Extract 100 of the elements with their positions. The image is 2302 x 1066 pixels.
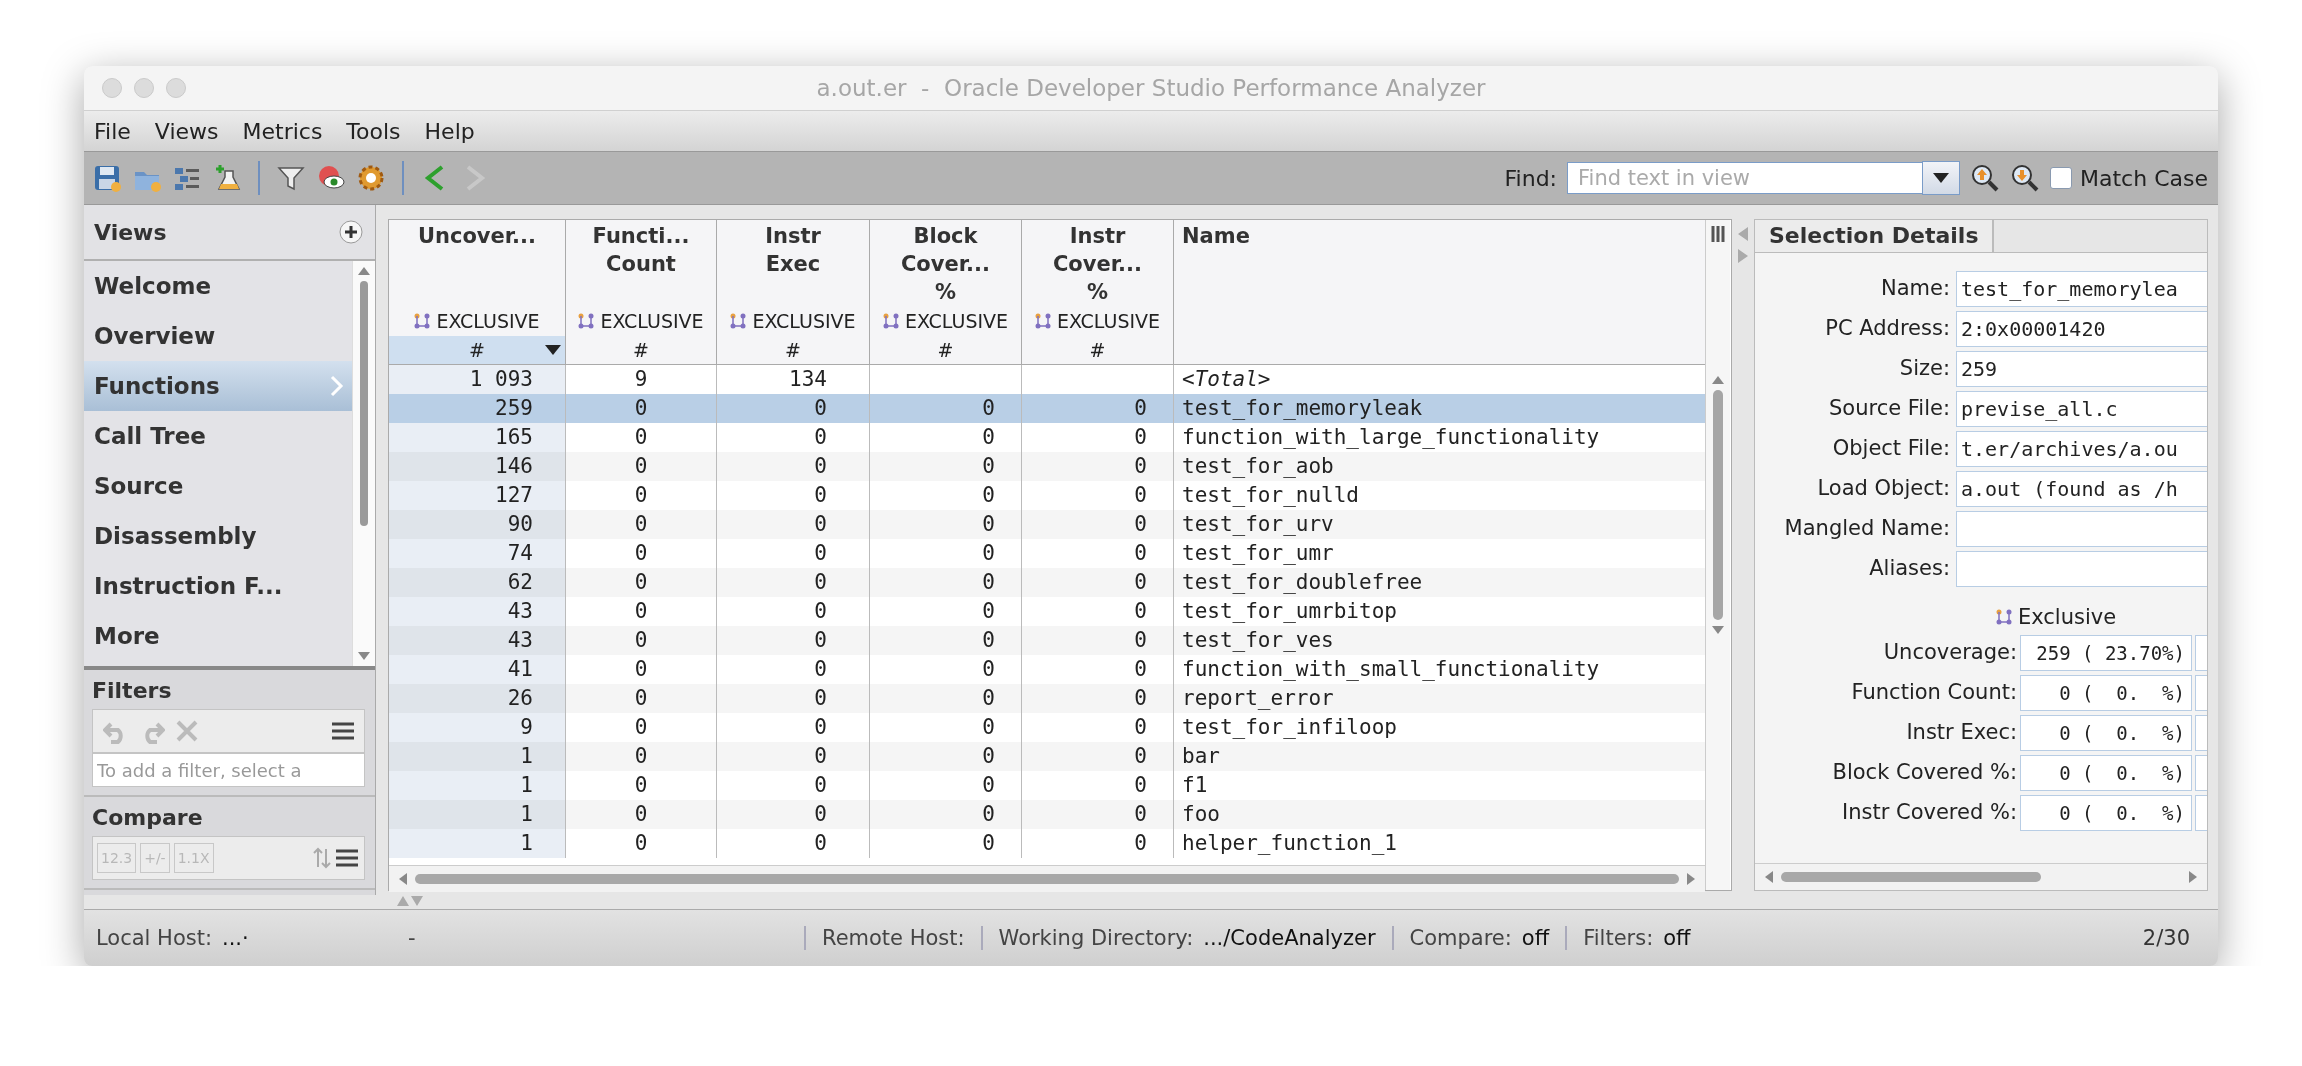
column-chooser-icon[interactable] bbox=[1711, 226, 1725, 242]
scroll-down-icon[interactable] bbox=[1712, 626, 1724, 634]
table-row[interactable]: 259 0 0 0 0 test_for_memoryleak bbox=[389, 394, 1705, 423]
table-cell: 0 bbox=[1134, 483, 1147, 507]
view-item[interactable]: More bbox=[84, 611, 352, 661]
table-cell: 0 bbox=[814, 396, 827, 420]
save-icon[interactable] bbox=[92, 163, 122, 193]
find-next-icon[interactable] bbox=[2010, 163, 2041, 193]
table-row[interactable]: 1 0 0 0 0 foo bbox=[389, 800, 1705, 829]
table-cell: 1 093 bbox=[469, 367, 533, 391]
table-cell: 1 bbox=[520, 831, 533, 855]
table-cell: 0 bbox=[634, 802, 648, 826]
scroll-left-icon[interactable] bbox=[1765, 871, 1773, 883]
table-row[interactable]: 90 0 0 0 0 test_for_urv bbox=[389, 510, 1705, 539]
menu-item[interactable]: File bbox=[94, 118, 131, 144]
scroll-left-icon[interactable] bbox=[399, 873, 407, 885]
scroll-up-icon[interactable] bbox=[1712, 376, 1724, 384]
table-cell: 9 bbox=[520, 715, 533, 739]
panel-tab[interactable]: Selection Details bbox=[1755, 220, 1995, 252]
menu-item[interactable]: Views bbox=[154, 118, 219, 144]
field-label: Source File: bbox=[1827, 395, 1950, 422]
table-cell: 0 bbox=[982, 541, 995, 565]
metric-label: Instr Covered %: bbox=[1841, 799, 2017, 826]
menu-item[interactable]: Metrics bbox=[242, 118, 323, 144]
table-cell: 0 bbox=[814, 454, 827, 478]
status-label: Remote Host: bbox=[822, 926, 965, 950]
find-previous-icon[interactable] bbox=[1970, 163, 2001, 193]
scroll-down-icon[interactable] bbox=[358, 652, 370, 660]
table-cell: 0 bbox=[1134, 599, 1147, 623]
unit-header[interactable]: # bbox=[717, 336, 869, 364]
table-cell: 0 bbox=[634, 483, 648, 507]
status-value: .../CodeAnalyzer bbox=[1203, 926, 1376, 950]
table-cell: 0 bbox=[634, 686, 648, 710]
window-title: a.out.er - Oracle Developer Studio Performance Analyzer bbox=[816, 75, 1486, 101]
scrollbar-thumb[interactable] bbox=[360, 281, 368, 526]
collapse-arrows-icon[interactable] bbox=[1738, 227, 1748, 263]
metric-label: Uncoverage: bbox=[1882, 639, 2017, 666]
metric-label: Block Covered %: bbox=[1831, 759, 2017, 786]
table-row[interactable]: 43 0 0 0 0 test_for_ves bbox=[389, 626, 1705, 655]
scroll-right-icon[interactable] bbox=[2189, 871, 2197, 883]
scrollbar-thumb[interactable] bbox=[415, 874, 1679, 884]
column-header[interactable]: Block Cover... % EXCLUSIVE # bbox=[870, 220, 1022, 364]
match-case-checkbox[interactable] bbox=[2050, 167, 2073, 189]
table-row[interactable]: 146 0 0 0 0 test_for_aob bbox=[389, 452, 1705, 481]
add-view-icon[interactable] bbox=[339, 220, 363, 244]
column-header[interactable]: Uncover... EXCLUSIVE # bbox=[389, 220, 566, 364]
scrollbar[interactable] bbox=[389, 865, 1705, 892]
table-cell: 0 bbox=[982, 657, 995, 681]
scroll-up-icon[interactable] bbox=[358, 267, 370, 275]
table-row[interactable]: 1 0 0 0 0 bar bbox=[389, 742, 1705, 771]
find-field[interactable]: Find text in view bbox=[1567, 162, 1924, 194]
unit-header[interactable]: # bbox=[1022, 336, 1173, 364]
scrollbar-thumb[interactable] bbox=[1781, 872, 2041, 882]
menu-item[interactable]: Help bbox=[424, 118, 475, 144]
view-item[interactable]: Source bbox=[84, 461, 352, 511]
table-cell: 0 bbox=[634, 599, 648, 623]
table-cell: 43 bbox=[507, 628, 533, 652]
table-cell: 127 bbox=[495, 483, 533, 507]
table-cell: 0 bbox=[634, 628, 648, 652]
metric-icon bbox=[1034, 313, 1051, 329]
metric-label: Instr Exec: bbox=[1905, 719, 2017, 746]
column-header[interactable]: Functi... Count EXCLUSIVE # bbox=[566, 220, 717, 364]
table-row[interactable]: 62 0 0 0 0 test_for_doublefree bbox=[389, 568, 1705, 597]
metric-label: EXCLUSIVE bbox=[752, 310, 856, 332]
scroll-right-icon[interactable] bbox=[1687, 873, 1695, 885]
view-item[interactable]: Functions bbox=[84, 361, 352, 411]
unit-header[interactable]: # bbox=[566, 336, 716, 364]
unit-header[interactable]: # bbox=[870, 336, 1021, 364]
field-label: Size: bbox=[1898, 355, 1950, 382]
table-cell: 0 bbox=[982, 599, 995, 623]
splitter-arrows-icon[interactable] bbox=[397, 896, 425, 906]
scrollbar[interactable] bbox=[352, 261, 375, 666]
close-icon[interactable] bbox=[175, 719, 199, 743]
view-item[interactable]: Call Tree bbox=[84, 411, 352, 461]
table-row[interactable]: 26 0 0 0 0 report_error bbox=[389, 684, 1705, 713]
gear-icon[interactable] bbox=[356, 163, 386, 193]
view-item[interactable]: Instruction F... bbox=[84, 561, 352, 611]
table-cell: 134 bbox=[789, 367, 827, 391]
column-header[interactable]: Instr Cover... % EXCLUSIVE # bbox=[1022, 220, 1174, 364]
table-cell: 0 bbox=[982, 512, 995, 536]
menu-icon[interactable] bbox=[336, 849, 358, 867]
table-cell: test_for_urv bbox=[1182, 512, 1334, 536]
table-cell: 0 bbox=[814, 831, 827, 855]
table-cell: 0 bbox=[634, 773, 648, 797]
filter-field[interactable]: To add a filter, select a bbox=[92, 753, 365, 787]
column-header[interactable]: Instr Exec EXCLUSIVE # bbox=[717, 220, 870, 364]
menu-icon[interactable] bbox=[332, 722, 354, 740]
scrollbar-thumb[interactable] bbox=[1713, 390, 1723, 620]
menu-item[interactable]: Tools bbox=[346, 118, 401, 144]
table-cell: f1 bbox=[1182, 773, 1208, 797]
table-cell: 0 bbox=[982, 483, 995, 507]
view-item[interactable]: Welcome bbox=[84, 261, 352, 311]
view-item[interactable]: Overview bbox=[84, 311, 352, 361]
view-item[interactable]: Disassembly bbox=[84, 511, 352, 561]
dropdown-button[interactable] bbox=[1922, 161, 1961, 195]
metric-label: EXCLUSIVE bbox=[436, 310, 540, 332]
column-header[interactable]: Name bbox=[1174, 220, 1705, 364]
table-cell: 43 bbox=[507, 599, 533, 623]
unit-header[interactable]: # bbox=[389, 336, 565, 364]
metric-value: 0 ( 0. %) bbox=[2020, 755, 2192, 791]
